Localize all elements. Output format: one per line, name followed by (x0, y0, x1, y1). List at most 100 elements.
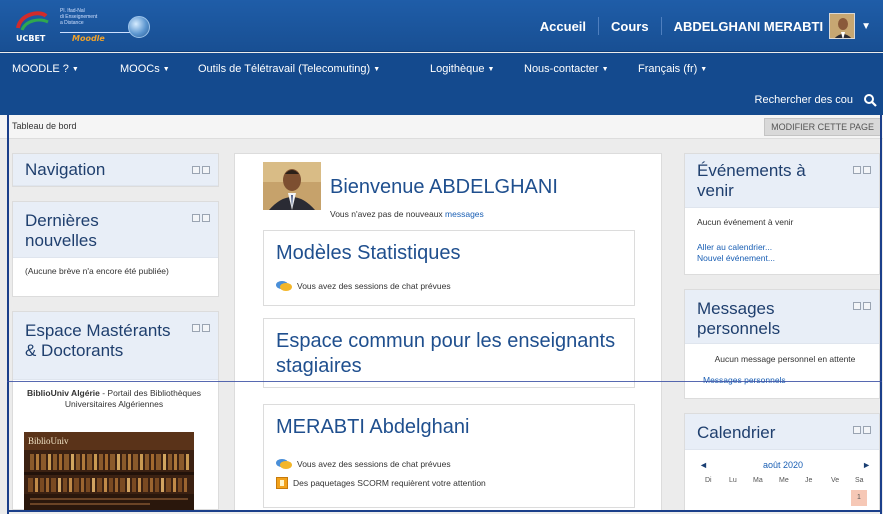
chevron-down-icon: ▼ (373, 66, 381, 73)
menu-item-moocs[interactable]: MOOCs ▼ (120, 63, 170, 75)
chevron-down-icon: ▼ (162, 66, 170, 73)
collapse-icon[interactable] (863, 166, 871, 174)
calendar-block: Calendrier ◄ août 2020 ► Di Lu Ma Me Je … (684, 413, 880, 511)
news-block-title: Dernières nouvelles (25, 211, 99, 250)
new-event-link[interactable]: Nouvel événement... (697, 253, 775, 264)
collapse-icon[interactable] (202, 214, 210, 222)
chevron-down-icon: ▼ (601, 66, 609, 73)
dock-icon[interactable] (192, 214, 200, 222)
welcome-user-photo (263, 162, 321, 210)
site-header: UCBET Pl. Ifad-Nal di Enseignement a Dis… (0, 0, 883, 52)
dock-icon[interactable] (192, 166, 200, 174)
messages-block: Messages personnels Aucun message person… (684, 289, 880, 399)
calendar-day-header: Je (805, 477, 813, 484)
events-empty-text: Aucun événement à venir (697, 217, 794, 227)
block-controls (192, 324, 210, 332)
block-controls (192, 166, 210, 174)
user-photo-icon (263, 162, 321, 210)
library-shelves-image: BiblioUniv (24, 432, 194, 510)
block-controls (192, 214, 210, 222)
frame-line (7, 381, 882, 382)
collapse-icon[interactable] (863, 426, 871, 434)
espace-block-title: Espace Mastérants & Doctorants (25, 321, 171, 360)
news-block: Dernières nouvelles (Aucune brève n'a en… (12, 201, 219, 297)
calendar-month[interactable]: août 2020 (763, 460, 803, 470)
block-controls (853, 166, 871, 174)
calendar-day-header: Sa (855, 477, 864, 484)
calendar-day-header: Lu (729, 477, 737, 484)
dock-icon[interactable] (853, 302, 861, 310)
block-controls (853, 426, 871, 434)
calendar-day-header: Ve (831, 477, 840, 484)
calendar-block-title: Calendrier (697, 423, 776, 442)
dock-icon[interactable] (853, 426, 861, 434)
menu-item-logitheque[interactable]: Logithèque ▼ (430, 63, 494, 75)
site-logo[interactable]: UCBET Pl. Ifad-Nal di Enseignement a Dis… (10, 6, 160, 46)
messages-block-title: Messages personnels (697, 299, 781, 338)
logo-rule (60, 32, 130, 33)
globe-icon (128, 16, 150, 38)
user-avatar[interactable] (829, 13, 856, 39)
events-block: Événements à venir Aucun événement à ven… (684, 153, 880, 275)
user-photo-icon (830, 14, 855, 38)
home-link[interactable]: Accueil (528, 19, 598, 34)
search-input[interactable]: Rechercher des cou (755, 94, 853, 106)
collapse-icon[interactable] (863, 302, 871, 310)
menu-item-language[interactable]: Français (fr) ▼ (638, 63, 707, 75)
no-messages-text: Vous n'avez pas de nouveaux messages (330, 209, 484, 219)
menu-item-teletravail[interactable]: Outils de Télétravail (Telecomuting) ▼ (198, 63, 380, 75)
course-title[interactable]: Espace commun pour les enseignants stagi… (276, 329, 616, 379)
courses-link[interactable]: Cours (599, 19, 661, 34)
search-icon[interactable] (863, 93, 877, 107)
course-notice[interactable]: Des paquetages SCORM requièrent votre at… (276, 477, 486, 489)
chevron-down-icon: ▼ (71, 66, 79, 73)
collapse-icon[interactable] (202, 166, 210, 174)
chat-icon (276, 281, 292, 291)
header-links: Accueil Cours ABDELGHANI MERABTI ▼ (528, 0, 871, 52)
calendar-block-header: Calendrier (685, 414, 879, 450)
chat-icon (276, 459, 292, 469)
frame-border (7, 510, 882, 512)
frame-border (880, 115, 882, 514)
previous-month-icon[interactable]: ◄ (699, 460, 708, 470)
messages-empty-text: Aucun message personnel en attente (714, 354, 856, 364)
svg-text:BiblioUniv: BiblioUniv (28, 436, 69, 446)
edit-page-button[interactable]: MODIFIER CETTE PAGE (764, 118, 881, 136)
breadcrumb: Tableau de bord MODIFIER CETTE PAGE (0, 115, 883, 139)
calendar-day-header: Me (779, 477, 789, 484)
menu-item-contact[interactable]: Nous-contacter ▼ (524, 63, 609, 75)
dock-icon[interactable] (853, 166, 861, 174)
main-menu: MOODLE ? ▼ MOOCs ▼ Outils de Télétravail (… (0, 53, 883, 87)
user-menu-name[interactable]: ABDELGHANI MERABTI (662, 19, 824, 34)
biblio-banner-image[interactable]: BiblioUniv (24, 432, 194, 510)
logo-brand-text: Moodle (72, 34, 105, 43)
logo-org-text: UCBET (16, 34, 46, 43)
logo-swirl-icon (16, 11, 49, 31)
biblio-name[interactable]: BiblioUniv Algérie (27, 388, 100, 398)
chevron-down-icon: ▼ (700, 66, 708, 73)
chevron-down-icon[interactable]: ▼ (861, 21, 871, 32)
search-bar: Rechercher des cou (0, 87, 883, 115)
calendar-day-cell[interactable]: 1 (851, 490, 867, 506)
news-empty-text: (Aucune brève n'a encore été publiée) (25, 266, 169, 276)
menu-item-moodle[interactable]: MOODLE ? ▼ (12, 63, 79, 75)
dock-icon[interactable] (192, 324, 200, 332)
events-block-title: Événements à venir (697, 161, 806, 200)
navigation-block-title[interactable]: Navigation (25, 160, 105, 180)
course-notice[interactable]: Vous avez des sessions de chat prévues (276, 459, 451, 469)
course-title[interactable]: MERABTI Abdelghani (276, 415, 469, 440)
navigation-block-header: Navigation (13, 154, 218, 186)
calendar-day-header: Ma (753, 477, 763, 484)
collapse-icon[interactable] (202, 324, 210, 332)
chevron-down-icon: ▼ (487, 66, 495, 73)
course-title[interactable]: Modèles Statistiques (276, 241, 461, 266)
frame-border (7, 115, 9, 514)
breadcrumb-dashboard[interactable]: Tableau de bord (12, 121, 77, 131)
go-to-calendar-link[interactable]: Aller au calendrier... (697, 242, 772, 253)
course-notice[interactable]: Vous avez des sessions de chat prévues (276, 281, 451, 291)
course-card: MERABTI Abdelghani Vous avez des session… (263, 404, 635, 508)
next-month-icon[interactable]: ► (862, 460, 871, 470)
events-block-header: Événements à venir (685, 154, 879, 208)
messages-link[interactable]: messages (445, 209, 484, 219)
main-content: Bienvenue ABDELGHANI Vous n'avez pas de … (234, 153, 662, 511)
